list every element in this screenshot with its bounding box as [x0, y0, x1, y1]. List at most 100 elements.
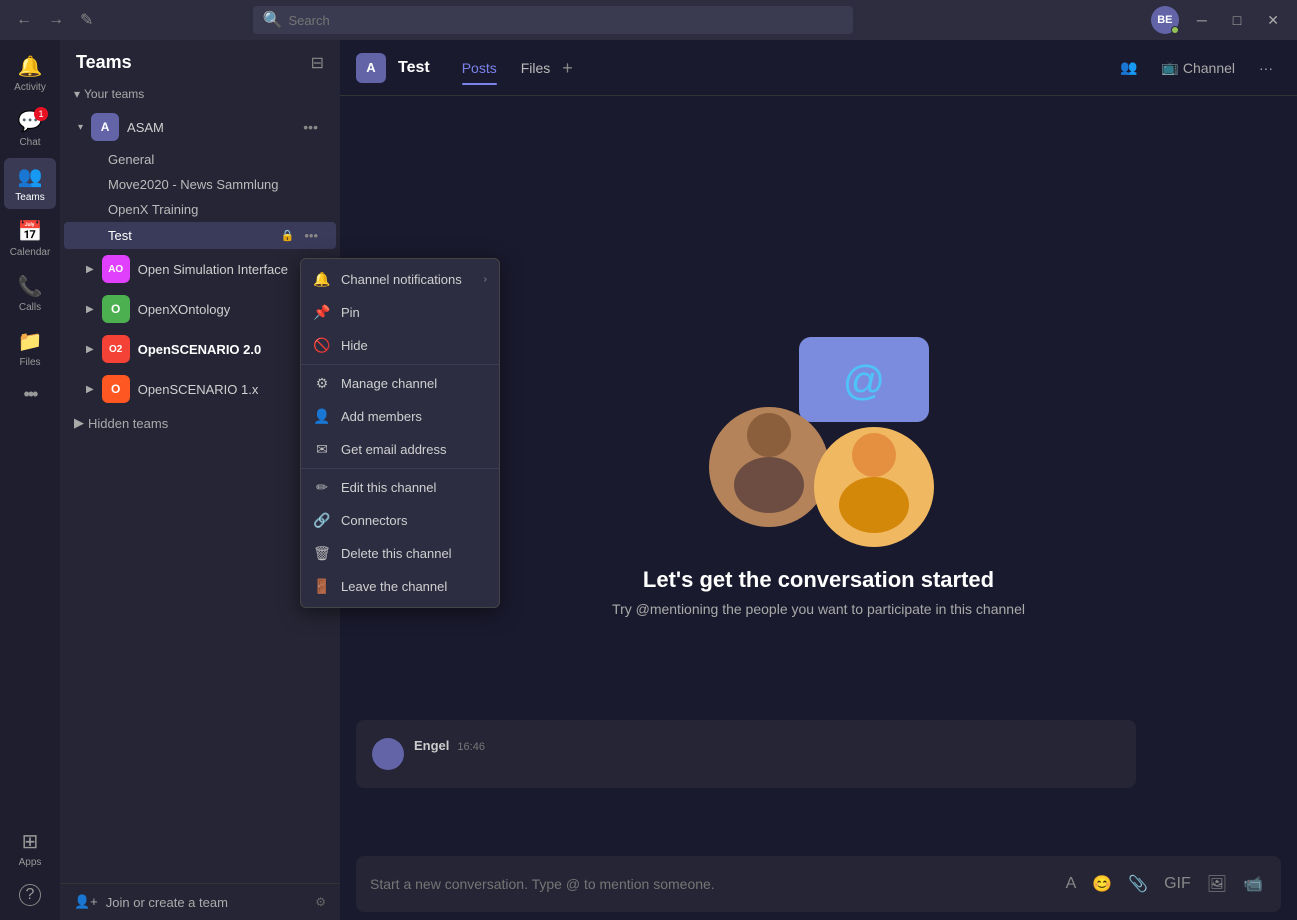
rail-item-help[interactable]: ?: [4, 878, 56, 912]
team-item-oxo[interactable]: ▶ O OpenXOntology: [64, 289, 336, 329]
menu-label-get-email: Get email address: [341, 442, 487, 457]
close-button[interactable]: ✕: [1259, 10, 1287, 31]
menu-item-leave-channel[interactable]: 🚪 Leave the channel: [301, 570, 499, 603]
menu-item-hide[interactable]: 🚫 Hide: [301, 329, 499, 362]
menu-item-add-members[interactable]: 👤 Add members: [301, 400, 499, 433]
meet-now-icon[interactable]: 📹: [1239, 870, 1267, 898]
chat-messages: Engel 16:46: [340, 720, 1297, 788]
compose-input[interactable]: [370, 876, 1054, 892]
channel-btn[interactable]: 📺 Channel: [1153, 55, 1243, 80]
team-avatar-os2: O2: [102, 335, 130, 363]
calls-icon: 📞: [18, 274, 43, 299]
edit-button[interactable]: ✎: [74, 8, 99, 32]
menu-label-hide: Hide: [341, 338, 487, 353]
your-teams-section[interactable]: ▾ Your teams: [60, 81, 340, 107]
sidebar-content: ▾ Your teams ▾ A ASAM ••• General Move20…: [60, 81, 340, 883]
search-input[interactable]: [288, 13, 842, 28]
chat-badge: 1: [34, 107, 48, 121]
tab-files[interactable]: Files: [509, 52, 563, 84]
menu-label-pin: Pin: [341, 305, 487, 320]
channel-more-test[interactable]: •••: [300, 227, 322, 244]
menu-item-pin[interactable]: 📌 Pin: [301, 296, 499, 329]
help-icon: ?: [19, 884, 41, 906]
more-apps-icon: •••: [24, 384, 37, 405]
hidden-teams-section[interactable]: ▶ Hidden teams: [60, 409, 340, 437]
menu-item-edit-channel[interactable]: ✏ Edit this channel: [301, 471, 499, 504]
team-item-os1[interactable]: ▶ O OpenSCENARIO 1.x: [64, 369, 336, 409]
menu-item-manage-channel[interactable]: ⚙ Manage channel: [301, 367, 499, 400]
channel-item-general[interactable]: General: [64, 147, 336, 172]
menu-label-connectors: Connectors: [341, 513, 487, 528]
team-avatar-oxo: O: [102, 295, 130, 323]
compose-bar[interactable]: A 😊 📎 GIF 🖼 📹: [356, 856, 1281, 912]
forward-button[interactable]: →: [42, 8, 70, 32]
rail-item-teams[interactable]: 👥 Teams: [4, 158, 56, 209]
emoji-icon[interactable]: 😊: [1088, 870, 1116, 898]
welcome-subtitle: Try @mentioning the people you want to p…: [612, 601, 1025, 617]
menu-item-get-email[interactable]: ✉ Get email address: [301, 433, 499, 466]
leave-icon: 🚪: [313, 578, 331, 595]
rail-item-more[interactable]: •••: [4, 378, 56, 411]
channel-avatar: A: [356, 53, 386, 83]
search-bar[interactable]: 🔍: [253, 6, 853, 34]
status-dot: [1171, 26, 1179, 34]
files-icon: 📁: [18, 329, 43, 354]
attach-icon[interactable]: 📎: [1124, 870, 1152, 898]
filter-button[interactable]: ⊟: [311, 53, 324, 73]
titlebar-right: BE ─ □ ✕: [1151, 6, 1287, 34]
channel-btn-label: Channel: [1183, 60, 1235, 76]
maximize-button[interactable]: □: [1225, 10, 1249, 30]
rail-item-files[interactable]: 📁 Files: [4, 323, 56, 374]
format-icon[interactable]: A: [1062, 871, 1081, 897]
rail-item-apps[interactable]: ⊞ Apps: [4, 823, 56, 874]
sidebar-header: Teams ⊟: [60, 40, 340, 81]
message-container: Engel 16:46: [356, 720, 1136, 788]
back-button[interactable]: ←: [10, 8, 38, 32]
join-create-label: Join or create a team: [106, 895, 228, 910]
svg-text:@: @: [842, 357, 885, 404]
sticker-icon[interactable]: 🖼: [1203, 870, 1231, 898]
bell-icon: 🔔: [313, 271, 331, 288]
people-icon: 👥: [1120, 59, 1137, 76]
join-create-team[interactable]: 👤+ Join or create a team ⚙: [60, 883, 340, 920]
team-avatar-osi: AO: [102, 255, 130, 283]
team-item-os2[interactable]: ▶ O2 OpenSCENARIO 2.0: [64, 329, 336, 369]
rail-item-chat[interactable]: 💬 Chat 1: [4, 103, 56, 154]
menu-item-channel-notifications[interactable]: 🔔 Channel notifications ›: [301, 263, 499, 296]
menu-item-delete-channel[interactable]: 🗑 Delete this channel: [301, 537, 499, 570]
message-author: Engel: [414, 738, 449, 753]
tab-posts[interactable]: Posts: [450, 52, 509, 84]
chevron-down-icon: ▾: [74, 87, 80, 101]
team-item-osi[interactable]: ▶ AO Open Simulation Interface: [64, 249, 336, 289]
channel-more-btn[interactable]: ···: [1251, 56, 1281, 80]
menu-label-add-members: Add members: [341, 409, 487, 424]
avatar[interactable]: BE: [1151, 6, 1179, 34]
channel-item-test[interactable]: Test 🔒 •••: [64, 222, 336, 249]
chevron-right-icon: ›: [484, 274, 487, 285]
hidden-teams-label: Hidden teams: [88, 416, 168, 431]
menu-label-leave-channel: Leave the channel: [341, 579, 487, 594]
minimize-button[interactable]: ─: [1189, 10, 1215, 30]
gif-icon[interactable]: GIF: [1160, 871, 1195, 897]
menu-divider-1: [301, 364, 499, 365]
team-name-osi: Open Simulation Interface: [138, 262, 322, 277]
meet-button[interactable]: 👥: [1112, 55, 1145, 80]
settings-icon: ⚙: [315, 895, 326, 909]
channel-item-openx[interactable]: OpenX Training: [64, 197, 336, 222]
add-member-icon: 👤: [313, 408, 331, 425]
activity-icon: 🔔: [18, 54, 43, 79]
team-more-asam[interactable]: •••: [299, 117, 322, 137]
menu-item-connectors[interactable]: 🔗 Connectors: [301, 504, 499, 537]
menu-label-channel-notifications: Channel notifications: [341, 272, 474, 287]
calls-label: Calls: [19, 302, 41, 313]
add-tab-button[interactable]: +: [562, 52, 573, 84]
message-content: Engel 16:46: [414, 738, 1120, 753]
edit-icon: ✏: [313, 479, 331, 496]
rail-item-activity[interactable]: 🔔 Activity: [4, 48, 56, 99]
message-time: 16:46: [457, 741, 485, 753]
rail-item-calls[interactable]: 📞 Calls: [4, 268, 56, 319]
channel-item-move2020[interactable]: Move2020 - News Sammlung: [64, 172, 336, 197]
chat-label: Chat: [19, 137, 40, 148]
team-item-asam[interactable]: ▾ A ASAM •••: [64, 107, 336, 147]
rail-item-calendar[interactable]: 📅 Calendar: [4, 213, 56, 264]
